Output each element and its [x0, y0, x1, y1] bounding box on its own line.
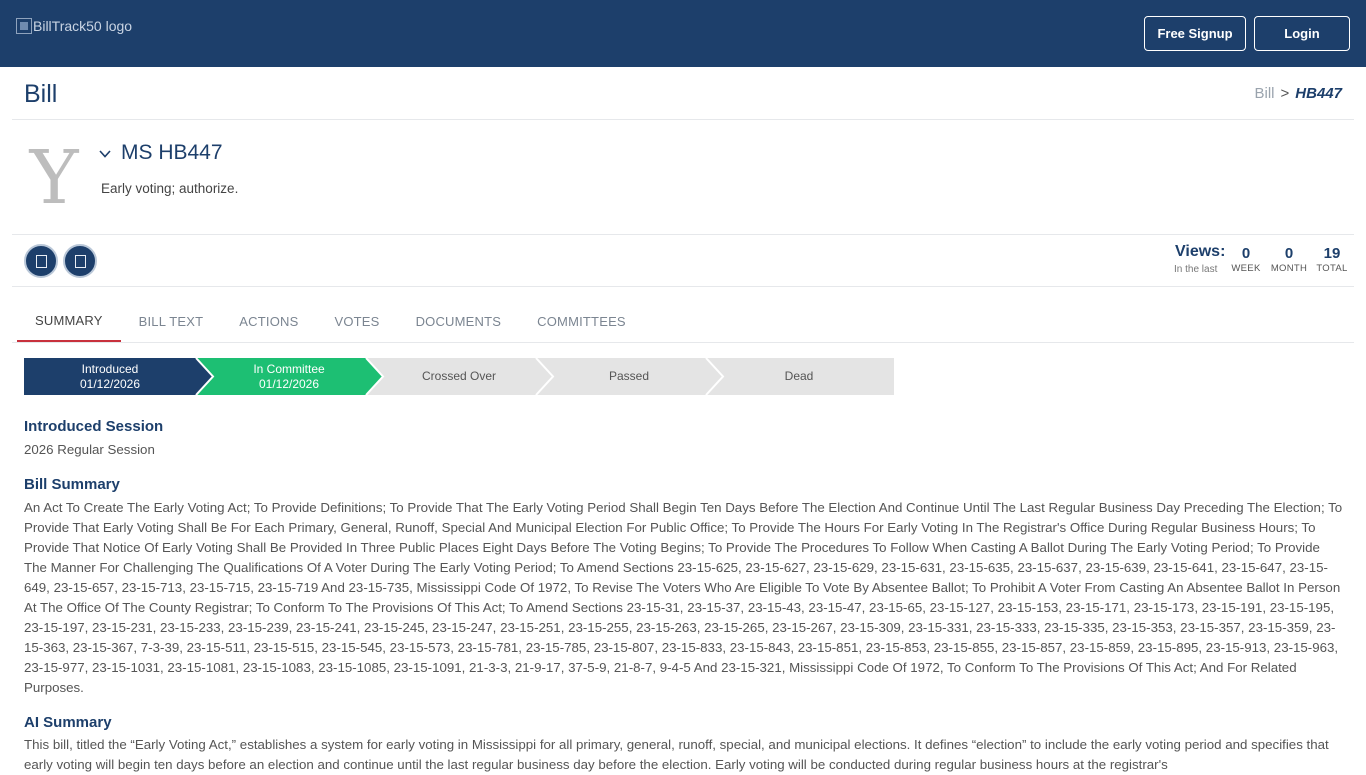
bill-summary-heading: Bill Summary — [24, 476, 120, 493]
state-emblem: Y — [29, 135, 79, 221]
views-month-label: MONTH — [1270, 263, 1308, 274]
top-navbar: BillTrack50 logo Free Signup Login — [0, 0, 1366, 67]
tab-bill-text[interactable]: BILL TEXT — [121, 300, 222, 342]
divider — [12, 234, 1354, 235]
breadcrumb-root-link[interactable]: Bill — [1255, 85, 1275, 102]
views-month: 0 MONTH — [1269, 245, 1309, 274]
share-icon — [74, 254, 86, 268]
bookmark-icon — [35, 254, 47, 268]
tab-actions[interactable]: ACTIONS — [221, 300, 316, 342]
progress-stage-introduced: Introduced 01/12/2026 — [24, 358, 196, 395]
chevron-down-icon[interactable] — [98, 147, 112, 161]
tab-bar: SUMMARY BILL TEXT ACTIONS VOTES DOCUMENT… — [17, 300, 644, 342]
breadcrumb: Bill > HB447 — [1255, 85, 1342, 102]
introduced-session-text: 2026 Regular Session — [24, 442, 155, 457]
breadcrumb-current: HB447 — [1295, 85, 1342, 102]
logo-alt-text: BillTrack50 logo — [33, 18, 133, 34]
progress-stage-date: 01/12/2026 — [258, 376, 320, 391]
divider — [12, 119, 1354, 120]
views-total-label: TOTAL — [1316, 263, 1348, 274]
ai-summary-text: This bill, titled the “Early Voting Act,… — [24, 737, 1329, 772]
views-label: Views: — [1175, 243, 1226, 260]
progress-stage-dead: Dead — [714, 358, 884, 395]
views-total-value: 19 — [1323, 245, 1341, 262]
bookmark-button[interactable] — [24, 244, 58, 278]
views-total: 19 TOTAL — [1316, 245, 1348, 274]
progress-stage-date: 01/12/2026 — [79, 376, 141, 391]
login-button[interactable]: Login — [1254, 16, 1350, 51]
bill-description: Early voting; authorize. — [101, 181, 239, 196]
share-button[interactable] — [63, 244, 97, 278]
free-signup-button[interactable]: Free Signup — [1144, 16, 1246, 51]
bill-id: MS HB447 — [121, 141, 223, 164]
breadcrumb-separator: > — [1280, 85, 1290, 102]
bill-progress-tracker: Introduced 01/12/2026 In Committee 01/12… — [24, 358, 894, 395]
progress-stage-crossed-over: Crossed Over — [374, 358, 544, 395]
progress-stage-label: Crossed Over — [421, 369, 497, 383]
progress-stage-label: Passed — [608, 369, 650, 383]
bill-summary-text: An Act To Create The Early Voting Act; T… — [24, 500, 1343, 695]
views-week-value: 0 — [1241, 245, 1251, 262]
progress-stage-label: Dead — [784, 369, 814, 383]
views-week: 0 WEEK — [1230, 245, 1262, 274]
site-logo[interactable]: BillTrack50 logo — [16, 18, 132, 34]
ai-summary-heading: AI Summary — [24, 714, 112, 731]
progress-stage-passed: Passed — [544, 358, 714, 395]
tab-summary[interactable]: SUMMARY — [17, 300, 121, 342]
views-week-label: WEEK — [1231, 263, 1261, 274]
divider — [12, 286, 1354, 287]
tab-votes[interactable]: VOTES — [316, 300, 397, 342]
progress-stage-label: In Committee — [253, 361, 325, 376]
progress-stage-label: Introduced — [81, 361, 139, 376]
tab-documents[interactable]: DOCUMENTS — [398, 300, 520, 342]
tab-committees[interactable]: COMMITTEES — [519, 300, 644, 342]
progress-stage-in-committee: In Committee 01/12/2026 — [204, 358, 374, 395]
introduced-session-heading: Introduced Session — [24, 418, 164, 435]
page-title: Bill — [24, 80, 58, 108]
views-sublabel: In the last — [1174, 264, 1218, 275]
tabs-underline — [12, 342, 1354, 343]
views-month-value: 0 — [1284, 245, 1294, 262]
broken-image-icon — [16, 18, 32, 34]
